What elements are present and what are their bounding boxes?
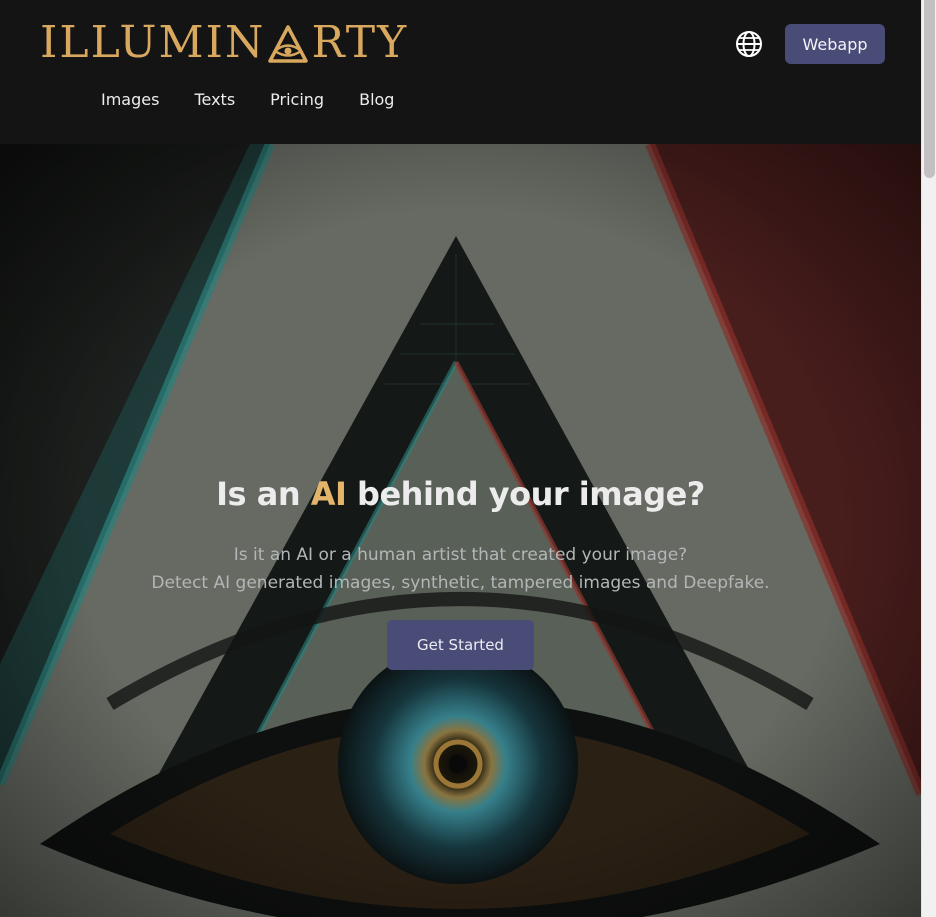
hero-subtitle-line1: Is it an AI or a human artist that creat… — [233, 545, 688, 565]
site-header: ILLUMIN RTY Webapp Images Texts Pricing … — [0, 0, 921, 144]
hero-subtitle: Is it an AI or a human artist that creat… — [0, 541, 921, 597]
logo-text-right: RTY — [311, 17, 409, 68]
scrollbar-thumb[interactable] — [924, 0, 935, 178]
main-nav: Images Texts Pricing Blog — [101, 89, 394, 111]
hero-title-accent: AI — [310, 475, 347, 513]
nav-item-images[interactable]: Images — [101, 89, 159, 111]
nav-item-texts[interactable]: Texts — [194, 89, 235, 111]
nav-item-blog[interactable]: Blog — [359, 89, 394, 111]
webapp-button[interactable]: Webapp — [785, 24, 885, 64]
globe-icon[interactable] — [735, 30, 763, 58]
hero-title: Is an AI behind your image? — [0, 474, 921, 514]
page: ILLUMIN RTY Webapp Images Texts Pricing … — [0, 0, 921, 917]
hero-subtitle-line2: Detect AI generated images, synthetic, t… — [151, 573, 770, 593]
hero-section: Is an AI behind your image? Is it an AI … — [0, 144, 921, 917]
nav-item-pricing[interactable]: Pricing — [270, 89, 324, 111]
hero-title-pre: Is an — [216, 475, 311, 513]
hero-title-post: behind your image? — [346, 475, 705, 513]
brand-logo[interactable]: ILLUMIN RTY — [40, 20, 408, 66]
hero-content: Is an AI behind your image? Is it an AI … — [0, 474, 921, 670]
page-scrollbar[interactable] — [921, 0, 936, 917]
eye-triangle-icon — [268, 25, 309, 63]
logo-text-left: ILLUMIN — [40, 17, 266, 68]
get-started-button[interactable]: Get Started — [387, 620, 534, 670]
